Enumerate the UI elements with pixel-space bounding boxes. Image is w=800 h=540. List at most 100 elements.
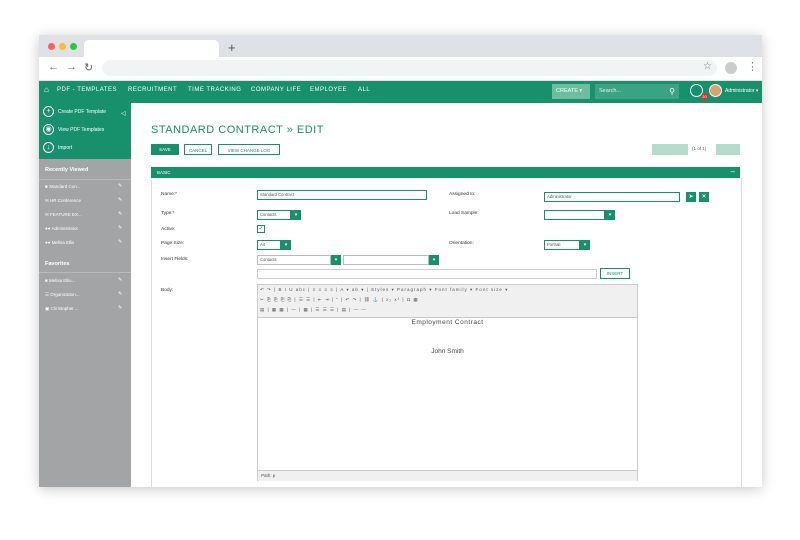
chevron-down-icon[interactable]: ▾ [291,210,301,220]
view-pdf-templates-label: View PDF Templates [58,126,105,133]
page-size-label: Page Size: [161,241,185,246]
eye-icon: ◉ [43,124,54,135]
recent-item-label: Standard Con... [48,184,81,189]
address-input[interactable] [102,60,717,76]
document-title-text[interactable]: Employment Contract [258,319,637,326]
favorite-item-melisa-ellis[interactable]: ■ Melisa Ellis... [45,278,75,283]
orientation-label: Orientation: [449,241,474,246]
nav-recruitment[interactable]: RECRUITMENT [128,87,177,93]
basic-panel-header[interactable]: BASIC – [151,167,740,178]
bookmark-star-icon[interactable]: ☆ [703,61,712,72]
chevron-down-icon[interactable]: ▾ [605,210,615,220]
view-pdf-templates-action[interactable]: ◉ View PDF Templates [43,124,104,135]
edit-pencil-icon[interactable]: ✎ [118,305,122,311]
recent-item-standard-contract[interactable]: ■ Standard Con... [45,184,81,189]
pagination-status: (1 of 1) [692,146,707,151]
save-button[interactable]: SAVE [151,144,179,155]
recent-item-hr-conference[interactable]: ✉ HR Conference [45,198,81,204]
create-pdf-template-label: Create PDF Template [58,108,106,115]
chevron-down-icon[interactable]: ▾ [281,240,291,250]
editor-path-bar: Path: p [258,470,637,481]
browser-menu-icon[interactable]: ⋮ [747,60,758,73]
toolbar-row[interactable]: ▤ | ▦ ▦ | — | ▦ | ☰ ☰ ☰ | ▤ | — — [260,307,367,313]
recent-item-label: Administrator [51,226,78,231]
import-action[interactable]: ↓ Import [43,142,72,153]
active-checkbox[interactable]: ✓ [257,225,265,233]
user-avatar[interactable] [709,84,722,97]
name-label: Name:* [161,192,177,197]
close-window-icon[interactable] [48,43,55,50]
clear-user-icon[interactable]: ✕ [699,192,709,202]
name-input[interactable]: Standard Contract [257,190,427,200]
plus-circle-icon: + [43,106,54,117]
next-page-button[interactable] [716,144,740,155]
view-change-log-button[interactable]: VIEW CHANGE LOG [218,144,280,155]
create-button[interactable]: CREATE ▾ [552,84,590,99]
page-title: STANDARD CONTRACT » EDIT [151,124,324,136]
insert-module-select[interactable]: Contacts [257,255,331,265]
browser-tab[interactable] [84,40,219,57]
favorite-item-christopher[interactable]: ▣ Christopher ... [45,306,79,312]
body-label: Body: [161,288,174,293]
load-sample-select[interactable] [544,210,605,220]
nav-employee[interactable]: EMPLOYEE [310,87,347,93]
orientation-select[interactable]: Portrait [544,240,580,250]
edit-pencil-icon[interactable]: ✎ [118,197,122,203]
nav-all[interactable]: ALL [358,87,370,93]
nav-pdf-templates[interactable]: PDF - TEMPLATES [57,87,117,93]
edit-pencil-icon[interactable]: ✎ [118,225,122,231]
nav-time-tracking[interactable]: TIME TRACKING [188,87,241,93]
insert-variable-input[interactable] [257,269,597,279]
recent-item-feature-ex[interactable]: ✉ FEATURE EX... [45,212,82,218]
new-tab-icon[interactable]: + [228,40,236,55]
profile-icon[interactable] [725,62,737,74]
forward-icon[interactable]: → [66,61,77,73]
search-icon[interactable]: ⚲ [669,84,675,99]
chevron-down-icon[interactable]: ▾ [331,255,341,265]
minimize-window-icon[interactable] [59,43,66,50]
edit-pencil-icon[interactable]: ✎ [118,183,122,189]
insert-button[interactable]: INSERT [600,268,630,279]
maximize-window-icon[interactable] [70,43,77,50]
sidebar: + Create PDF Template ◉ View PDF Templates… [39,103,131,487]
sidebar-divider [39,179,131,180]
notification-count-badge: 20 [701,93,708,100]
create-pdf-template-action[interactable]: + Create PDF Template [43,106,106,117]
toolbar-row[interactable]: ✂ ⎘ ⎘ ⎘ ⎘ | ☰ ☰ | ⇤ ⇥ | ” | ↶ ↷ | ⛓ ⚓ | … [260,297,419,303]
collapse-panel-icon[interactable]: – [731,167,735,176]
toolbar-row[interactable]: ↶ ↷ | B I U abc | ≡ ≡ ≡ ≡ | A ▾ ab ▾ | S… [260,287,508,293]
reload-icon[interactable]: ↻ [84,61,93,74]
favorite-item-organization[interactable]: ☰ Organization... [45,292,80,298]
chevron-down-icon[interactable]: ▾ [429,255,439,265]
search-placeholder: Search... [599,88,622,94]
document-name-text[interactable]: John Smith [258,348,637,355]
browser-tab-strip: + [39,35,762,57]
recent-item-label: Melisa Ellis [51,240,75,245]
editor-toolbar[interactable]: ↶ ↷ | B I U abc | ≡ ≡ ≡ ≡ | A ▾ ab ▾ | S… [258,285,637,318]
edit-pencil-icon[interactable]: ✎ [118,239,122,245]
edit-pencil-icon[interactable]: ✎ [118,211,122,217]
select-user-icon[interactable]: ➤ [686,192,696,202]
page-size-select[interactable]: A4 [257,240,281,250]
sidebar-divider [39,272,131,273]
user-menu[interactable]: Administrator ▾ [725,88,758,94]
recent-item-melisa-ellis[interactable]: ●● Melisa Ellis [45,240,74,245]
assigned-to-input[interactable]: Administrator [544,192,680,202]
type-label: Type:* [161,211,175,216]
cancel-button[interactable]: CANCEL [184,144,212,155]
back-icon[interactable]: ← [48,61,59,73]
insert-field-select[interactable] [343,255,429,265]
edit-pencil-icon[interactable]: ✎ [118,291,122,297]
rich-text-editor[interactable]: ↶ ↷ | B I U abc | ≡ ≡ ≡ ≡ | A ▾ ab ▾ | S… [257,284,638,481]
browser-window: + ← → ↻ ☆ ⋮ ⌂ PDF - TEMPLATES RECRUITMEN… [39,35,762,487]
previous-page-button[interactable] [652,144,688,155]
nav-company-life[interactable]: COMPANY LIFE [251,87,301,93]
active-label: Active: [161,227,176,232]
recent-item-administrator[interactable]: ●● Administrator [45,226,78,231]
chevron-down-icon[interactable]: ▾ [580,240,590,250]
search-input[interactable]: Search... ⚲ [595,84,679,99]
collapse-sidebar-icon[interactable]: ◁ [121,110,126,117]
type-select[interactable]: Contacts [257,210,291,220]
home-icon[interactable]: ⌂ [44,85,49,94]
edit-pencil-icon[interactable]: ✎ [118,277,122,283]
